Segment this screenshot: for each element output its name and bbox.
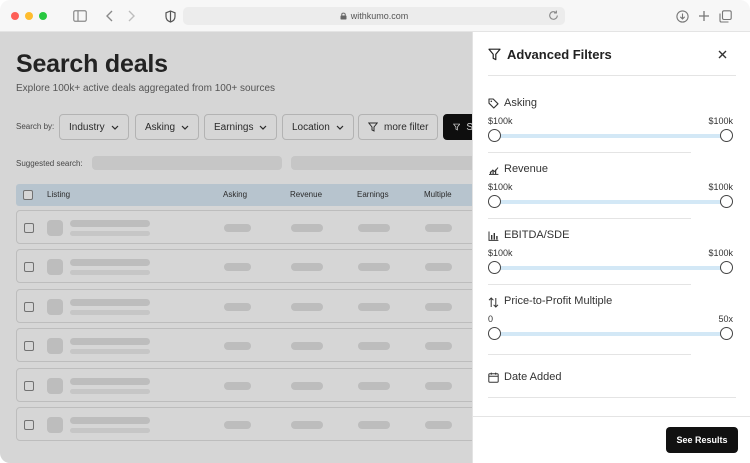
slider-max-handle[interactable] bbox=[720, 129, 733, 142]
bar-chart-icon bbox=[488, 165, 499, 175]
asking-range-slider[interactable] bbox=[494, 134, 727, 138]
drawer-footer: See Results bbox=[473, 416, 750, 463]
multiple-range-slider[interactable] bbox=[494, 332, 727, 336]
filter-section-label: EBITDA/SDE bbox=[504, 229, 570, 241]
lock-icon bbox=[340, 12, 347, 20]
filter-section-label: Price-to-Profit Multiple bbox=[504, 295, 613, 307]
slider-min-handle[interactable] bbox=[488, 195, 501, 208]
close-window-button[interactable] bbox=[11, 12, 19, 20]
divider bbox=[488, 75, 736, 76]
tag-icon bbox=[488, 98, 499, 109]
reload-icon[interactable] bbox=[548, 10, 559, 21]
sort-arrows-icon bbox=[488, 297, 499, 308]
maximize-window-button[interactable] bbox=[39, 12, 47, 20]
slider-min-handle[interactable] bbox=[488, 261, 501, 274]
browser-window: withkumo.com Search deals Explore 100k+ … bbox=[0, 0, 750, 463]
back-icon[interactable] bbox=[102, 8, 118, 24]
range-max-value: $100k bbox=[708, 182, 733, 192]
range-min-value: 0 bbox=[488, 314, 494, 324]
forward-icon[interactable] bbox=[123, 8, 139, 24]
slider-min-handle[interactable] bbox=[488, 327, 501, 340]
slider-max-handle[interactable] bbox=[720, 327, 733, 340]
range-min-value: $100k bbox=[488, 116, 513, 126]
shield-icon[interactable] bbox=[162, 8, 178, 24]
filter-section-label: Asking bbox=[504, 97, 538, 109]
range-max-value: $100k bbox=[708, 116, 733, 126]
range-max-value: 50x bbox=[718, 314, 733, 324]
range-min-value: $100k bbox=[488, 182, 513, 192]
filter-funnel-icon bbox=[488, 48, 501, 61]
date-added-filter[interactable]: Date Added bbox=[504, 371, 562, 383]
minimize-window-button[interactable] bbox=[25, 12, 33, 20]
new-tab-icon[interactable] bbox=[696, 8, 712, 24]
divider bbox=[488, 152, 691, 153]
filter-section-label: Revenue bbox=[504, 163, 549, 175]
download-icon[interactable] bbox=[674, 8, 690, 24]
ebitda-range-slider[interactable] bbox=[494, 266, 727, 270]
advanced-filters-drawer: Advanced Filters Asking $100k $100k Reve… bbox=[472, 32, 750, 463]
divider bbox=[488, 218, 691, 219]
revenue-range-slider[interactable] bbox=[494, 200, 727, 204]
modal-backdrop[interactable] bbox=[0, 32, 472, 463]
address-bar[interactable]: withkumo.com bbox=[183, 7, 565, 25]
divider bbox=[488, 354, 691, 355]
drawer-title: Advanced Filters bbox=[507, 47, 612, 62]
column-chart-icon bbox=[488, 231, 499, 241]
range-max-value: $100k bbox=[708, 248, 733, 258]
browser-toolbar: withkumo.com bbox=[0, 0, 750, 32]
divider bbox=[488, 397, 736, 398]
divider bbox=[488, 284, 691, 285]
sidebar-icon[interactable] bbox=[72, 8, 88, 24]
tabs-icon[interactable] bbox=[717, 8, 733, 24]
close-icon[interactable] bbox=[718, 50, 727, 59]
slider-max-handle[interactable] bbox=[720, 195, 733, 208]
range-min-value: $100k bbox=[488, 248, 513, 258]
calendar-icon bbox=[488, 372, 499, 383]
slider-min-handle[interactable] bbox=[488, 129, 501, 142]
url-text: withkumo.com bbox=[350, 11, 409, 21]
see-results-button[interactable]: See Results bbox=[666, 427, 738, 453]
slider-max-handle[interactable] bbox=[720, 261, 733, 274]
